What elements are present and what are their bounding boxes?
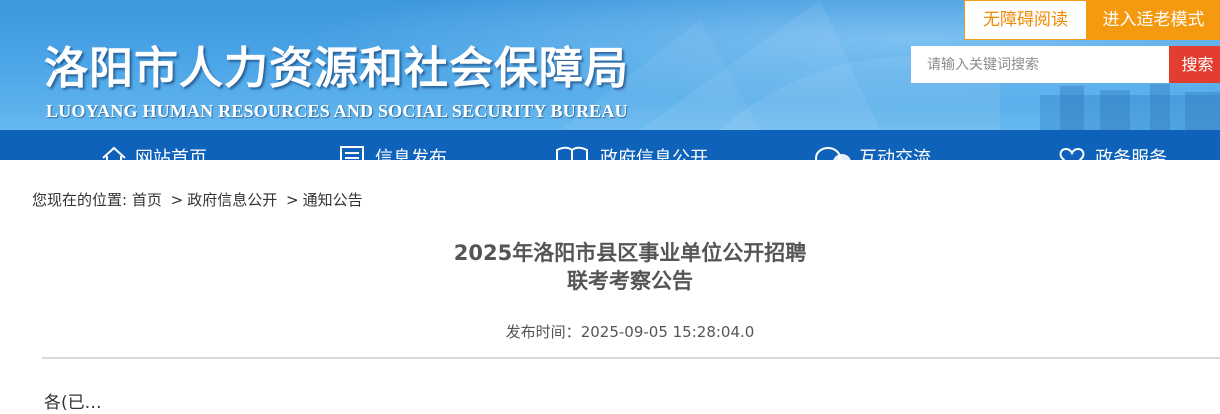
book-icon — [556, 146, 588, 160]
article-body-first-line: 各(已… — [44, 393, 102, 413]
home-icon — [102, 146, 126, 160]
breadcrumb-link-notices[interactable]: 通知公告 — [303, 191, 363, 209]
article-title-line-1: 2025年洛阳市县区事业单位公开招聘 — [453, 241, 807, 265]
publish-time: 发布时间：2025-09-05 15:28:04.0 — [430, 321, 830, 343]
article-title-line-2: 联考考察公告 — [567, 269, 693, 293]
search-button[interactable]: 搜索 — [1169, 46, 1220, 83]
article-divider — [42, 357, 1220, 359]
breadcrumb-link-gov-info[interactable]: 政府信息公开 — [187, 191, 277, 209]
chat-icon — [815, 147, 851, 160]
heart-icon — [1059, 147, 1085, 160]
nav-item-gov-info[interactable]: 政府信息公开 — [555, 130, 725, 160]
nav-item-info-release[interactable]: 信息发布 — [338, 130, 468, 160]
nav-item-label: 网站首页 — [135, 148, 207, 160]
nav-item-label: 互动交流 — [859, 148, 931, 160]
nav-item-label: 政府信息公开 — [600, 148, 708, 160]
document-icon — [340, 146, 364, 160]
breadcrumb: 您现在的位置: 首页 > 政府信息公开 > 通知公告 — [32, 189, 363, 211]
nav-item-gov-service[interactable]: 政务服务 — [1058, 130, 1198, 160]
nav-item-label: 信息发布 — [375, 148, 447, 160]
nav-item-label: 政务服务 — [1095, 148, 1167, 160]
article-title: 2025年洛阳市县区事业单位公开招聘 联考考察公告 — [330, 239, 930, 295]
site-subtitle: LUOYANG HUMAN RESOURCES AND SOCIAL SECUR… — [46, 101, 628, 121]
accessible-reading-button[interactable]: 无障碍阅读 — [964, 0, 1087, 40]
publish-time-value: 2025-09-05 15:28:04.0 — [580, 323, 755, 341]
main-nav: 网站首页 信息发布 政府信息公开 互动交流 政务服务 — [0, 130, 1220, 160]
site-header-banner: 洛阳市人力资源和社会保障局 LUOYANG HUMAN RESOURCES AN… — [0, 0, 1220, 130]
breadcrumb-link-home[interactable]: 首页 — [132, 191, 162, 209]
breadcrumb-prefix: 您现在的位置: — [32, 191, 128, 209]
publish-time-label: 发布时间： — [505, 323, 581, 341]
breadcrumb-separator: > — [286, 191, 299, 209]
nav-item-interaction[interactable]: 互动交流 — [814, 130, 954, 160]
elder-mode-button[interactable]: 进入适老模式 — [1087, 0, 1220, 40]
site-title: 洛阳市人力资源和社会保障局 — [44, 43, 629, 94]
nav-item-home[interactable]: 网站首页 — [100, 130, 230, 160]
search-input[interactable] — [911, 46, 1169, 83]
breadcrumb-separator: > — [170, 191, 184, 209]
